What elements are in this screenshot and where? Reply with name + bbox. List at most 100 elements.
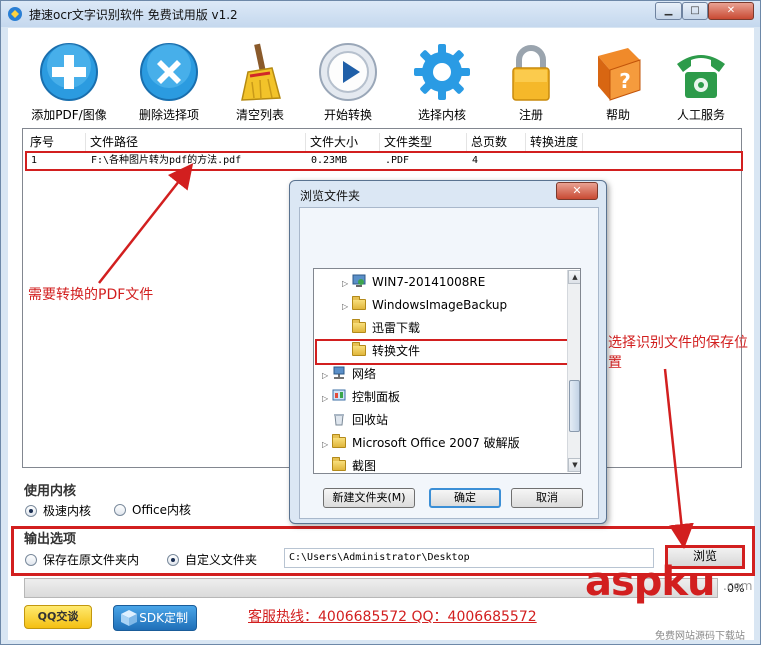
scroll-up-button[interactable]: ▲ (568, 270, 580, 284)
folder-icon (352, 319, 366, 333)
play-icon (319, 43, 377, 101)
tree-scrollbar[interactable]: ▲ ▼ (567, 270, 580, 472)
watermark-subtitle: 免费网站源码下载站 (655, 631, 745, 642)
start-convert-label: 开始转换 (323, 108, 372, 122)
column-header-progress[interactable]: 转换进度 (527, 133, 583, 151)
watermark-logo-text: aspku (585, 559, 716, 605)
scroll-thumb[interactable] (569, 380, 580, 432)
row-highlight-box (25, 151, 743, 171)
tree-item-label: WindowsImageBackup (372, 298, 508, 312)
tree-item-control-panel[interactable]: ▷ 控制面板 (322, 386, 400, 408)
start-convert-button[interactable]: 开始转换 (303, 42, 393, 122)
radio-custom-folder[interactable]: 自定义文件夹 (167, 551, 257, 568)
close-button[interactable]: ✕ (708, 2, 754, 20)
browse-folder-dialog: 浏览文件夹 ✕ ▷ WIN7-20141008RE ▷ WindowsImageBa… (289, 180, 607, 524)
radio-fast-kernel-indicator[interactable] (25, 505, 37, 517)
dialog-body: ▷ WIN7-20141008RE ▷ WindowsImageBackup 迅雷下… (299, 207, 599, 519)
telephone-icon (677, 55, 725, 98)
column-header-size[interactable]: 文件大小 (307, 133, 380, 151)
folder-tree[interactable]: ▷ WIN7-20141008RE ▷ WindowsImageBackup 迅雷下… (313, 268, 581, 474)
column-header-path[interactable]: 文件路径 (87, 133, 306, 151)
select-kernel-button[interactable]: 选择内核 (397, 42, 487, 122)
radio-office-kernel[interactable]: Office内核 (114, 501, 191, 518)
tree-item-label: 回收站 (352, 413, 389, 427)
select-kernel-label: 选择内核 (417, 108, 466, 122)
qq-chat-label: QQ交谈 (37, 610, 79, 623)
column-header-index[interactable]: 序号 (27, 133, 86, 151)
radio-save-original-indicator[interactable] (25, 554, 37, 566)
network-icon (333, 366, 345, 379)
delete-selection-label: 删除选择项 (138, 108, 199, 122)
tree-item-computer[interactable]: ▷ WIN7-20141008RE (342, 271, 485, 293)
tree-item-label: WIN7-20141008RE (372, 275, 486, 289)
tree-item-label: Microsoft Office 2007 破解版 (352, 436, 520, 450)
radio-save-original-folder[interactable]: 保存在原文件夹内 (25, 551, 139, 568)
tree-item-screenshots[interactable]: 截图 (332, 455, 377, 473)
svg-text:?: ? (619, 69, 631, 93)
add-pdf-image-label: 添加PDF/图像 (31, 108, 107, 122)
dialog-close-button[interactable]: ✕ (556, 182, 598, 200)
manual-service-button[interactable]: 人工服务 (656, 42, 746, 122)
computer-icon (352, 274, 366, 287)
expand-arrow-icon[interactable]: ▷ (322, 434, 332, 456)
radio-office-kernel-label: Office内核 (132, 503, 192, 517)
expand-arrow-icon[interactable]: ▷ (342, 273, 352, 295)
folder-icon (352, 296, 366, 310)
maximize-button[interactable]: □ (682, 2, 708, 20)
new-folder-button[interactable]: 新建文件夹(M) (323, 488, 415, 508)
ok-button[interactable]: 确定 (429, 488, 501, 508)
expand-arrow-icon[interactable]: ▷ (322, 365, 332, 387)
minimize-button[interactable]: ▁ (655, 2, 682, 20)
radio-save-original-label: 保存在原文件夹内 (43, 553, 140, 567)
tree-item-xunlei-download[interactable]: 迅雷下载 (352, 317, 420, 339)
tree-item-office-2007[interactable]: ▷ Microsoft Office 2007 破解版 (322, 432, 520, 454)
watermark-domain: .com (723, 579, 753, 593)
clear-list-button[interactable]: 清空列表 (215, 42, 305, 122)
sdk-custom-button[interactable]: SDK定制 (113, 605, 197, 631)
tree-item-label: 截图 (352, 459, 377, 473)
sdk-custom-label: SDK定制 (139, 611, 188, 625)
sdk-cube-icon (121, 610, 137, 626)
tree-item-label: 网络 (352, 367, 377, 381)
app-logo-icon (8, 7, 22, 21)
expand-arrow-icon[interactable]: ▷ (342, 296, 352, 318)
dialog-title: 浏览文件夹 (300, 189, 361, 203)
column-header-pages[interactable]: 总页数 (468, 133, 526, 151)
folder-icon (332, 457, 346, 471)
add-icon (40, 43, 98, 101)
tree-item-windowsimagebackup[interactable]: ▷ WindowsImageBackup (342, 294, 507, 316)
radio-fast-kernel-label: 极速内核 (43, 504, 92, 518)
annotation-pdf-file: 需要转换的PDF文件 (28, 287, 154, 303)
list-header: 序号 文件路径 文件大小 文件类型 总页数 转换进度 (23, 133, 741, 151)
service-hotline-link[interactable]: 客服热线：4006685572 QQ：4006685572 (248, 606, 537, 626)
qq-chat-button[interactable]: QQ交谈 (24, 605, 92, 629)
window-title: 捷速ocr文字识别软件 免费试用版 v1.2 (29, 8, 238, 22)
broom-icon (241, 43, 281, 101)
clear-list-label: 清空列表 (235, 108, 284, 122)
help-label: 帮助 (605, 108, 630, 122)
radio-custom-folder-indicator[interactable] (167, 554, 179, 566)
radio-office-kernel-indicator[interactable] (114, 504, 126, 516)
help-button[interactable]: ? 帮助 (573, 42, 663, 122)
delete-selection-button[interactable]: 删除选择项 (124, 42, 214, 122)
radio-fast-kernel[interactable]: 极速内核 (25, 502, 91, 519)
tree-item-recycle-bin[interactable]: 回收站 (332, 409, 388, 431)
annotation-save-location: 选择识别文件的保存位置 (608, 335, 748, 371)
radio-custom-folder-label: 自定义文件夹 (185, 553, 258, 567)
expand-arrow-icon[interactable]: ▷ (322, 388, 332, 410)
column-header-type[interactable]: 文件类型 (381, 133, 467, 151)
kernel-group-title: 使用内核 (24, 484, 77, 499)
recycle-bin-icon (334, 414, 344, 426)
selected-folder-highlight (315, 339, 571, 365)
tree-item-network[interactable]: ▷ 网络 (322, 363, 376, 385)
add-pdf-image-button[interactable]: 添加PDF/图像 (24, 42, 114, 122)
cancel-button[interactable]: 取消 (511, 488, 583, 508)
lock-icon (512, 45, 550, 101)
manual-service-label: 人工服务 (676, 108, 725, 122)
title-bar[interactable]: 捷速ocr文字识别软件 免费试用版 v1.2 ▁ □ ✕ (1, 1, 760, 27)
delete-icon (140, 43, 198, 101)
folder-icon (332, 434, 346, 448)
register-button[interactable]: 注册 (486, 42, 576, 122)
register-label: 注册 (518, 108, 543, 122)
scroll-down-button[interactable]: ▼ (568, 458, 580, 472)
